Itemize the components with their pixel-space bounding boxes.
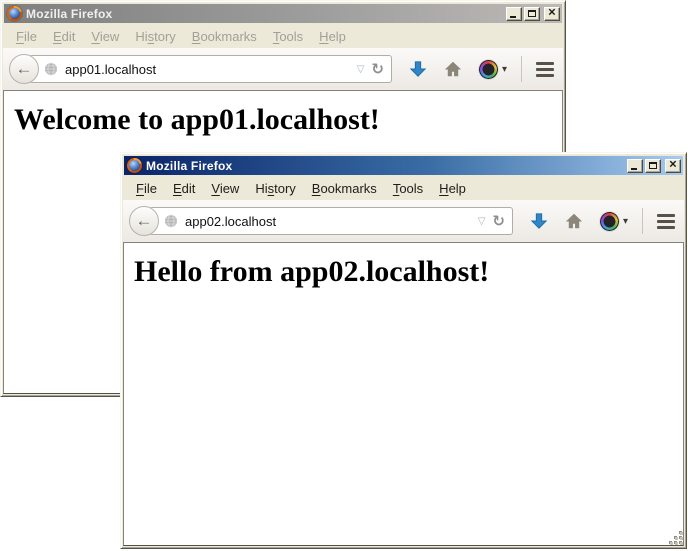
reload-button[interactable]: ↻ xyxy=(371,62,384,77)
window-controls: ✕ xyxy=(627,159,681,173)
maximize-icon xyxy=(528,10,536,17)
menu-bar: FileEditViewHistoryBookmarksToolsHelp xyxy=(123,176,684,200)
page-heading: Welcome to app01.localhost! xyxy=(14,103,552,136)
menu-item-file[interactable]: File xyxy=(128,178,165,199)
minimize-icon xyxy=(510,16,516,18)
menu-item-edit[interactable]: Edit xyxy=(165,178,203,199)
firefox-logo-icon xyxy=(127,158,142,173)
menu-item-bookmarks[interactable]: Bookmarks xyxy=(184,26,265,47)
urlbar-dropdown-icon[interactable]: ▽ xyxy=(478,216,486,227)
downloads-button[interactable] xyxy=(530,212,548,230)
reload-button[interactable]: ↻ xyxy=(492,214,505,229)
navigation-toolbar: ← app01.localhost ▽ ↻ xyxy=(3,48,563,90)
chevron-down-icon: ▾ xyxy=(502,64,507,75)
titlebar[interactable]: Mozilla Firefox ✕ xyxy=(124,156,683,175)
menu-bar: FileEditViewHistoryBookmarksToolsHelp xyxy=(3,24,563,48)
close-button[interactable]: ✕ xyxy=(544,7,560,21)
hamburger-menu-button[interactable] xyxy=(657,214,675,229)
back-button[interactable]: ← xyxy=(9,54,39,84)
window-controls: ✕ xyxy=(506,7,560,21)
page-content: Hello from app02.localhost! xyxy=(123,242,684,546)
navigation-toolbar: ← app02.localhost ▽ ↻ xyxy=(123,200,684,242)
menu-item-bookmarks[interactable]: Bookmarks xyxy=(304,178,385,199)
url-bar[interactable]: app02.localhost ▽ ↻ xyxy=(149,207,513,235)
toolbar-separator xyxy=(642,208,643,234)
close-icon: ✕ xyxy=(669,160,677,170)
menu-item-view[interactable]: View xyxy=(203,178,247,199)
url-text[interactable]: app02.localhost xyxy=(185,214,478,229)
home-icon xyxy=(565,212,583,230)
menu-item-file[interactable]: File xyxy=(8,26,45,47)
url-bar[interactable]: app01.localhost ▽ ↻ xyxy=(29,55,392,83)
titlebar[interactable]: Mozilla Firefox ✕ xyxy=(4,4,562,23)
menu-item-history[interactable]: History xyxy=(247,178,303,199)
downloads-icon xyxy=(530,212,548,230)
firefox-logo-icon xyxy=(7,6,22,21)
addon-color-wheel-icon xyxy=(600,212,619,231)
window-title: Mozilla Firefox xyxy=(146,159,627,173)
resize-grip[interactable] xyxy=(669,531,683,545)
addon-button[interactable]: ▾ xyxy=(479,60,507,79)
urlbar-dropdown-icon[interactable]: ▽ xyxy=(357,64,365,75)
close-button[interactable]: ✕ xyxy=(665,159,681,173)
minimize-button[interactable] xyxy=(506,7,522,21)
chevron-down-icon: ▾ xyxy=(623,216,628,227)
back-icon: ← xyxy=(136,212,153,229)
menu-item-edit[interactable]: Edit xyxy=(45,26,83,47)
downloads-icon xyxy=(409,60,427,78)
globe-icon xyxy=(164,214,178,228)
back-button[interactable]: ← xyxy=(129,206,159,236)
close-icon: ✕ xyxy=(548,8,556,18)
home-button[interactable] xyxy=(444,60,462,78)
desktop: Mozilla Firefox ✕ FileEditViewHistoryBoo… xyxy=(0,0,688,551)
menu-item-help[interactable]: Help xyxy=(431,178,474,199)
menu-item-history[interactable]: History xyxy=(127,26,183,47)
downloads-button[interactable] xyxy=(409,60,427,78)
window-app02: Mozilla Firefox ✕ FileEditViewHistoryBoo… xyxy=(120,152,687,549)
maximize-button[interactable] xyxy=(524,7,540,21)
toolbar-separator xyxy=(521,56,522,82)
addon-color-wheel-icon xyxy=(479,60,498,79)
window-title: Mozilla Firefox xyxy=(26,7,506,21)
addon-button[interactable]: ▾ xyxy=(600,212,628,231)
maximize-button[interactable] xyxy=(645,159,661,173)
minimize-button[interactable] xyxy=(627,159,643,173)
url-text[interactable]: app01.localhost xyxy=(65,62,357,77)
home-button[interactable] xyxy=(565,212,583,230)
minimize-icon xyxy=(631,168,637,170)
page-heading: Hello from app02.localhost! xyxy=(134,255,673,288)
menu-item-tools[interactable]: Tools xyxy=(385,178,431,199)
menu-item-view[interactable]: View xyxy=(83,26,127,47)
back-icon: ← xyxy=(16,60,33,77)
home-icon xyxy=(444,60,462,78)
globe-icon xyxy=(44,62,58,76)
menu-item-help[interactable]: Help xyxy=(311,26,354,47)
hamburger-menu-button[interactable] xyxy=(536,62,554,77)
menu-item-tools[interactable]: Tools xyxy=(265,26,311,47)
maximize-icon xyxy=(649,162,657,169)
